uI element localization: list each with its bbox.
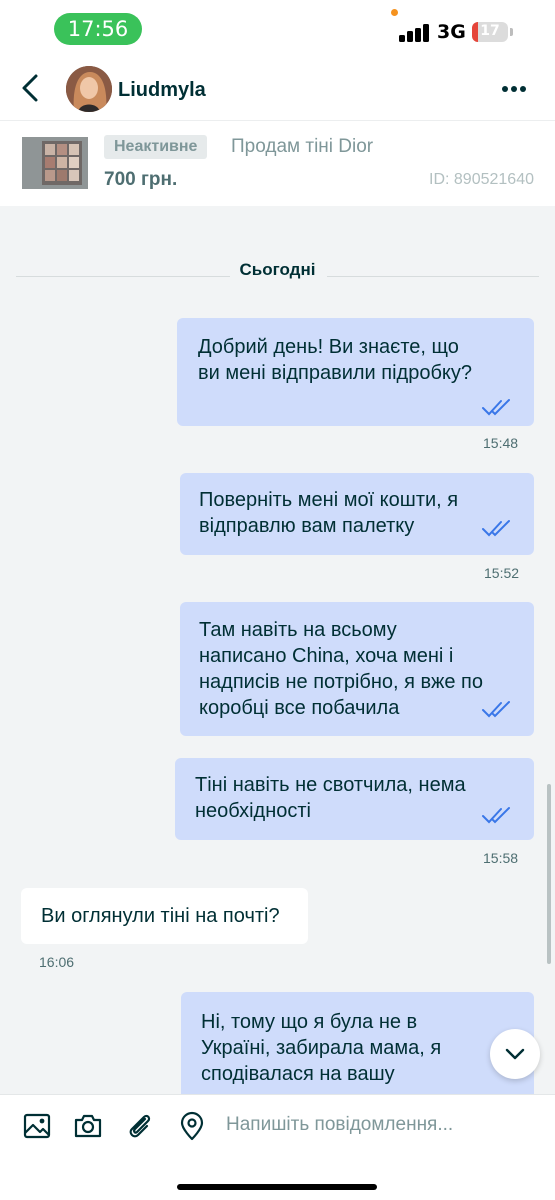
camera-icon <box>74 1114 102 1138</box>
camera-button[interactable] <box>73 1111 103 1141</box>
back-button[interactable] <box>14 70 50 106</box>
ad-status-badge: Неактивне <box>104 135 208 159</box>
image-icon <box>23 1113 51 1139</box>
ad-price: 700 грн. <box>104 169 178 190</box>
message-text: Поверніть мені мої кошти, я відправлю ва… <box>199 489 459 537</box>
battery-icon: 17 <box>472 22 508 42</box>
ad-id: ID: 890521640 <box>429 171 534 188</box>
network-type: 3G <box>437 21 466 43</box>
message-text: Ви оглянули тіні на почті? <box>41 905 280 927</box>
more-options-button[interactable] <box>496 74 532 104</box>
message-bubble[interactable]: Там навіть на всьому написано China, хоч… <box>180 602 534 736</box>
username[interactable]: Liudmyla <box>118 79 206 102</box>
cellular-signal-icon <box>399 24 431 42</box>
message-bubble[interactable]: Тіні навіть не свотчила, нема необхіднос… <box>175 758 534 840</box>
message-time: 15:48 <box>483 435 519 451</box>
scroll-to-bottom-button[interactable] <box>490 1029 540 1079</box>
chat-header: Liudmyla <box>0 58 555 120</box>
attach-image-button[interactable] <box>22 1111 52 1141</box>
message-bubble[interactable]: Добрий день! Ви знаєте, що ви мені відпр… <box>177 318 534 426</box>
paperclip-icon <box>129 1114 151 1138</box>
ad-title: Продам тіні Dior <box>231 136 374 157</box>
message-time: 15:52 <box>484 565 520 581</box>
chevron-left-icon <box>22 74 38 102</box>
message-time: 16:06 <box>39 954 75 970</box>
battery-cap <box>510 28 513 36</box>
location-pin-icon <box>180 1111 204 1141</box>
share-location-button[interactable] <box>177 1111 207 1141</box>
message-list[interactable]: Сьогодні Добрий день! Ви знаєте, що ви м… <box>0 206 555 1094</box>
double-check-icon <box>482 807 510 824</box>
message-bubble[interactable]: Ні, тому що я була не в Україні, забирал… <box>181 992 534 1094</box>
message-text: Там навіть на всьому написано China, хоч… <box>199 619 483 719</box>
message-bubble[interactable]: Поверніть мені мої кошти, я відправлю ва… <box>180 473 534 555</box>
status-time: 17:56 <box>54 13 142 45</box>
more-horizontal-icon <box>502 86 526 92</box>
double-check-icon <box>482 399 510 416</box>
avatar-photo <box>66 66 112 112</box>
day-separator: Сьогодні <box>0 260 555 280</box>
privacy-indicator-dot <box>391 9 398 16</box>
home-indicator[interactable] <box>177 1184 377 1190</box>
double-check-icon <box>482 701 510 718</box>
avatar[interactable] <box>66 66 112 112</box>
scrollbar[interactable] <box>547 784 551 964</box>
double-check-icon <box>482 520 510 537</box>
attach-file-button[interactable] <box>125 1111 155 1141</box>
battery-percentage: 17 <box>480 23 500 39</box>
message-input[interactable] <box>226 1108 526 1142</box>
message-time: 15:58 <box>483 850 519 866</box>
status-bar: 17:56 3G 17 <box>0 0 555 58</box>
eyeshadow-palette-image <box>22 137 88 189</box>
message-text: Добрий день! Ви знаєте, що ви мені відпр… <box>198 336 473 384</box>
message-text: Тіні навіть не свотчила, нема необхіднос… <box>195 774 466 822</box>
chevron-down-icon <box>505 1048 525 1060</box>
message-text: Ні, тому що я була не в Україні, забирал… <box>201 1011 442 1085</box>
ad-summary[interactable]: Неактивне Продам тіні Dior 700 грн. ID: … <box>0 120 555 206</box>
ad-thumbnail <box>22 137 88 189</box>
message-bubble[interactable]: Ви оглянули тіні на почті? <box>21 888 308 944</box>
